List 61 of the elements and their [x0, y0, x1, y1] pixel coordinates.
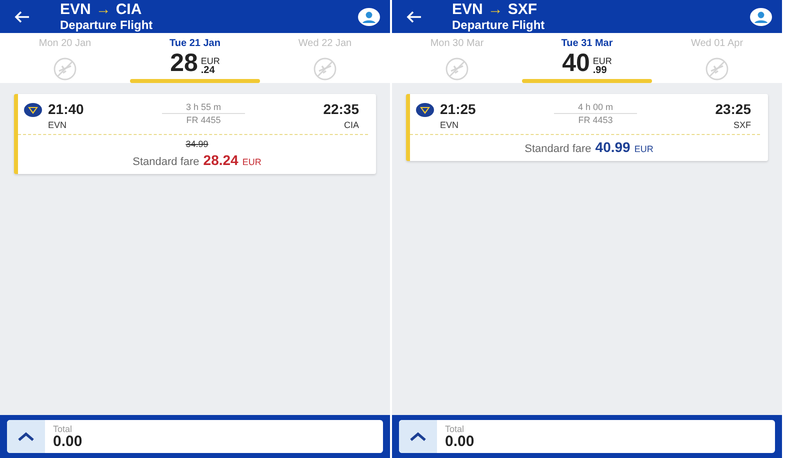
no-flight-icon — [445, 57, 469, 81]
fare-label: Standard fare — [132, 156, 200, 168]
screen-subtitle: Departure Flight — [60, 18, 154, 32]
no-flight-icon — [705, 57, 729, 81]
date-label: Wed 01 Apr — [690, 38, 744, 49]
date-label: Tue 31 Mar — [561, 38, 613, 49]
profile-button[interactable] — [358, 8, 380, 26]
date-label: Wed 22 Jan — [298, 38, 352, 49]
original-price: 34.99 — [186, 139, 208, 149]
destination-code: SXF — [508, 2, 538, 18]
expand-button[interactable] — [7, 420, 45, 453]
departure-time: 21:25 — [440, 101, 476, 117]
profile-button[interactable] — [750, 8, 772, 26]
flight-number: FR 4453 — [578, 115, 613, 125]
fare-price: 28.24 — [203, 152, 238, 168]
fare-price: 40.99 — [595, 139, 630, 155]
origin-code: EVN — [60, 2, 91, 18]
back-arrow-icon — [406, 10, 422, 22]
flight-duration: 4 h 00 m — [554, 102, 638, 114]
user-icon — [358, 8, 380, 26]
fare-currency: EUR — [242, 157, 262, 167]
date-label: Mon 20 Jan — [38, 38, 92, 49]
screen-subtitle: Departure Flight — [452, 18, 546, 32]
flight-duration: 3 h 55 m — [162, 102, 246, 114]
arrival-airport: CIA — [344, 120, 359, 130]
total-value: 0.00 — [53, 434, 82, 448]
price-cents: .24 — [200, 66, 216, 76]
airline-logo-icon — [24, 103, 42, 117]
total-label: Total — [53, 424, 74, 434]
user-icon — [750, 8, 772, 26]
no-flight-icon — [53, 57, 77, 81]
back-arrow-icon — [14, 10, 30, 22]
flight-card[interactable]: 21:25 EVN 4 h 00 m FR 4453 23:25 SXF Standard fare 40.99 EUR — [406, 94, 768, 161]
price-currency: EUR — [592, 56, 612, 66]
departure-airport: EVN — [48, 120, 68, 130]
total-label: Total — [445, 424, 466, 434]
no-flight-icon — [313, 57, 337, 81]
chevron-up-icon — [17, 432, 35, 442]
departure-airport: EVN — [440, 120, 460, 130]
fare-currency: EUR — [634, 144, 654, 154]
route-arrow: → — [96, 2, 111, 18]
price-amount: 28 — [170, 51, 198, 76]
total-value: 0.00 — [445, 434, 474, 448]
fare-label: Standard fare — [524, 143, 592, 155]
date-label: Mon 30 Mar — [430, 38, 484, 49]
departure-time: 21:40 — [48, 101, 84, 117]
price-currency: EUR — [200, 56, 220, 66]
route-arrow: → — [488, 2, 503, 18]
chevron-up-icon — [409, 432, 427, 442]
destination-code: CIA — [116, 2, 142, 18]
price-amount: 40 — [562, 51, 590, 76]
airline-logo-icon — [416, 103, 434, 117]
expand-button[interactable] — [399, 420, 437, 453]
origin-code: EVN — [452, 2, 483, 18]
arrival-time: 23:25 — [715, 101, 751, 117]
price-cents: .99 — [592, 66, 608, 76]
arrival-time: 22:35 — [323, 101, 359, 117]
flight-card[interactable]: 21:40 EVN 3 h 55 m FR 4455 22:35 CIA 34.99 Standard fare 28.24 EUR — [14, 94, 376, 174]
arrival-airport: SXF — [733, 120, 751, 130]
flight-number: FR 4455 — [186, 115, 221, 125]
date-label: Tue 21 Jan — [170, 38, 220, 49]
